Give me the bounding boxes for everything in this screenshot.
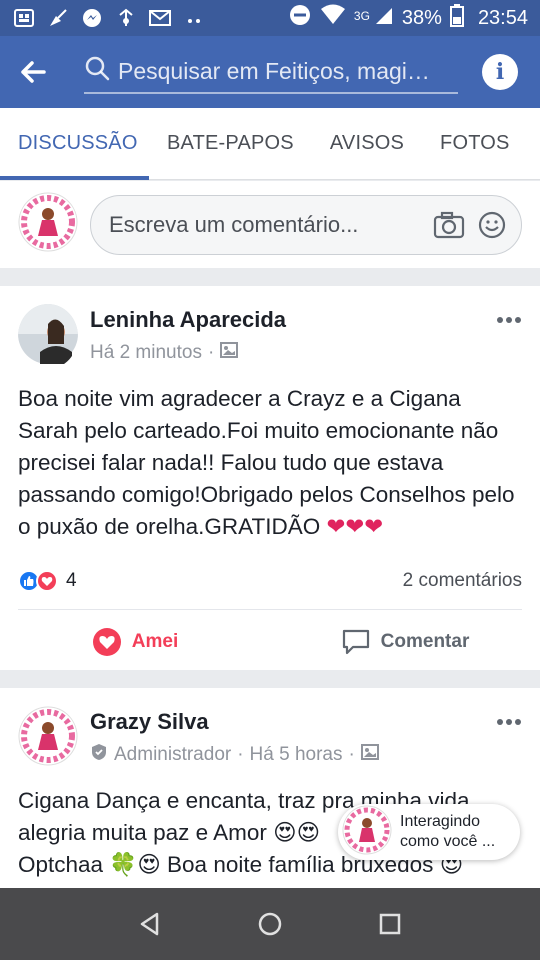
more-icon: [497, 719, 521, 725]
love-button[interactable]: Amei: [0, 627, 270, 657]
heart-emojis: ❤❤❤: [326, 514, 384, 539]
post-options-button[interactable]: [496, 706, 522, 732]
signal-icon: [374, 5, 394, 31]
post-meta: Administrador · Há 5 horas ·: [90, 743, 379, 767]
wifi-sync-icon: [114, 6, 138, 30]
post-header: Leninha Aparecida Há 2 minutos ·: [0, 286, 540, 369]
comments-count[interactable]: 2 comentários: [403, 570, 522, 592]
circle-home-icon: [258, 912, 282, 936]
group-tabs: DISCUSSÃO BATE-PAPOS AVISOS FOTOS E: [0, 108, 540, 180]
group-search-input[interactable]: Pesquisar em Feitiços, magi…: [84, 50, 458, 94]
post-header: Grazy Silva Administrador · Há 5 horas ·: [0, 688, 540, 771]
battery-percent: 38%: [401, 6, 442, 29]
gallery-icon: [12, 6, 36, 30]
dnd-icon: [288, 3, 312, 33]
post-actions: Amei Comentar: [0, 610, 540, 674]
chip-line-1: Interagindo: [400, 813, 481, 830]
meta-separator: ·: [237, 744, 244, 765]
wifi-icon: [320, 4, 346, 32]
author-role: Administrador: [114, 744, 232, 765]
author-name[interactable]: Leninha Aparecida: [90, 307, 286, 333]
emoji-icon[interactable]: [477, 210, 507, 240]
love-reaction-icon: [36, 570, 58, 592]
search-icon: [84, 55, 110, 87]
post-card: Leninha Aparecida Há 2 minutos · Boa noi…: [0, 286, 540, 670]
system-nav-bar: [0, 888, 540, 960]
notification-icons: [12, 6, 206, 30]
meta-separator: ·: [207, 342, 215, 363]
search-placeholder: Pesquisar em Feitiços, magi…: [118, 57, 430, 84]
post-time[interactable]: Há 2 minutos: [90, 342, 202, 364]
group-privacy-icon: [220, 341, 239, 365]
page-avatar: [342, 805, 392, 860]
back-arrow-icon: [21, 61, 46, 83]
comment-composer: Escreva um comentário...: [0, 181, 540, 268]
post-text: Boa noite vim agradecer a Crayz e a Ciga…: [0, 369, 540, 543]
love-label: Amei: [131, 631, 179, 652]
author-name[interactable]: Grazy Silva: [90, 709, 379, 735]
group-privacy-icon: [360, 743, 379, 767]
post-time[interactable]: Há 5 horas: [250, 744, 343, 766]
tab-events[interactable]: E: [528, 108, 540, 179]
reaction-count: 4: [66, 570, 77, 591]
app-bar: Pesquisar em Feitiços, magi… i: [0, 36, 540, 108]
camera-icon[interactable]: [433, 211, 465, 239]
chip-line-2: como você ...: [400, 833, 496, 850]
nav-home-button[interactable]: [250, 904, 290, 944]
battery-icon: [449, 3, 464, 33]
love-filled-icon: [92, 628, 121, 656]
comment-placeholder: Escreva um comentário...: [109, 211, 359, 237]
more-notifications-icon: [182, 6, 206, 30]
admin-badge-icon: [90, 743, 108, 767]
nav-recents-button[interactable]: [370, 904, 410, 944]
clock: 23:54: [477, 6, 528, 29]
comment-label: Comentar: [380, 631, 470, 652]
group-info-button[interactable]: i: [482, 54, 518, 90]
messenger-icon: [80, 6, 104, 30]
reactions-bar[interactable]: 4 2 comentários: [0, 553, 540, 609]
author-avatar[interactable]: [18, 304, 78, 369]
meta-separator: ·: [348, 744, 355, 765]
mail-icon: [148, 6, 172, 30]
triangle-back-icon: [140, 912, 159, 936]
nav-back-button[interactable]: [130, 904, 170, 944]
post-text-content: Boa noite vim agradecer a Crayz e a Ciga…: [18, 386, 515, 539]
tab-announcements[interactable]: AVISOS: [312, 108, 422, 179]
post-meta: Há 2 minutos ·: [90, 341, 286, 365]
tab-discussion[interactable]: DISCUSSÃO: [0, 108, 149, 180]
square-recents-icon: [379, 913, 401, 935]
comment-button[interactable]: Comentar: [270, 628, 540, 656]
network-type: 3G: [353, 9, 370, 23]
status-bar: 3G 38% 23:54: [0, 0, 540, 36]
post-options-button[interactable]: [496, 304, 522, 330]
current-user-avatar: [18, 192, 78, 257]
comment-icon: [342, 629, 369, 655]
interacting-as-chip[interactable]: Interagindo como você ...: [338, 804, 520, 860]
comment-input[interactable]: Escreva um comentário...: [90, 194, 522, 255]
author-avatar[interactable]: [18, 706, 78, 771]
tab-photos[interactable]: FOTOS: [422, 108, 528, 179]
system-status: 3G 38% 23:54: [288, 3, 528, 33]
clean-icon: [46, 6, 70, 30]
back-button[interactable]: [0, 36, 64, 108]
tab-chats[interactable]: BATE-PAPOS: [149, 108, 312, 179]
more-icon: [497, 317, 521, 323]
interacting-as-text: Interagindo como você ...: [400, 812, 495, 852]
